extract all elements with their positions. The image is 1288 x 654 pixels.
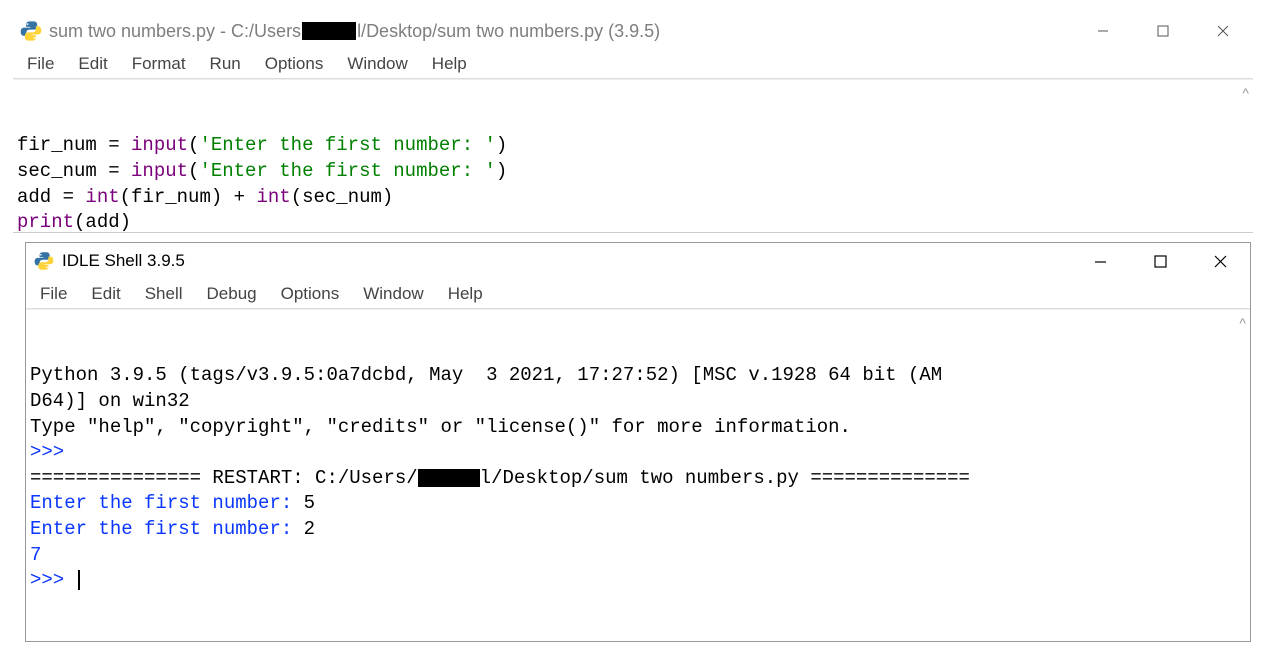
editor-window: sum two numbers.py - C:/Users l/Desktop/s… (13, 13, 1253, 233)
scroll-up-icon[interactable]: ^ (1242, 84, 1249, 103)
python-icon (32, 249, 56, 273)
menu-file[interactable]: File (28, 282, 79, 306)
result-line: 7 (30, 544, 41, 566)
banner-line: Type "help", "copyright", "credits" or "… (30, 416, 851, 438)
text-cursor (78, 570, 80, 590)
title-prefix: sum two numbers.py - C:/Users (49, 21, 301, 41)
close-button[interactable] (1190, 243, 1250, 279)
maximize-button[interactable] (1130, 243, 1190, 279)
menu-debug[interactable]: Debug (195, 282, 269, 306)
title-suffix: l/Desktop/sum two numbers.py (3.9.5) (357, 21, 660, 41)
menu-options[interactable]: Options (253, 52, 336, 76)
menu-shell[interactable]: Shell (133, 282, 195, 306)
menu-file[interactable]: File (15, 52, 66, 76)
menu-run[interactable]: Run (198, 52, 253, 76)
shell-window: IDLE Shell 3.9.5 File Edit Shell Debug O… (25, 242, 1251, 642)
editor-window-controls (1073, 13, 1253, 49)
shell-prompt: >>> (30, 441, 76, 463)
close-button[interactable] (1193, 13, 1253, 49)
io-line: Enter the first number: 5 (30, 492, 315, 514)
menu-window[interactable]: Window (351, 282, 435, 306)
menu-help[interactable]: Help (436, 282, 495, 306)
maximize-button[interactable] (1133, 13, 1193, 49)
scroll-up-icon[interactable]: ^ (1239, 314, 1246, 333)
restart-line: =============== RESTART: C:/Users/l/Desk… (30, 467, 970, 489)
menu-edit[interactable]: Edit (66, 52, 119, 76)
editor-menubar: File Edit Format Run Options Window Help (13, 49, 1253, 79)
menu-help[interactable]: Help (420, 52, 479, 76)
redacted-username (302, 22, 356, 40)
editor-code-area[interactable]: ^ fir_num = input('Enter the first numbe… (13, 79, 1253, 263)
menu-edit[interactable]: Edit (79, 282, 132, 306)
menu-window[interactable]: Window (335, 52, 419, 76)
minimize-button[interactable] (1070, 243, 1130, 279)
redacted-username (418, 469, 480, 487)
code-line-1: fir_num = input('Enter the first number:… (17, 134, 507, 156)
shell-title: IDLE Shell 3.9.5 (62, 251, 185, 271)
code-line-3: add = int(fir_num) + int(sec_num) (17, 186, 393, 208)
shell-titlebar[interactable]: IDLE Shell 3.9.5 (26, 243, 1250, 279)
shell-output-area[interactable]: ^ Python 3.9.5 (tags/v3.9.5:0a7dcbd, May… (26, 309, 1250, 622)
editor-title: sum two numbers.py - C:/Users l/Desktop/s… (49, 21, 660, 42)
banner-line: D64)] on win32 (30, 390, 190, 412)
menu-options[interactable]: Options (269, 282, 352, 306)
editor-titlebar[interactable]: sum two numbers.py - C:/Users l/Desktop/s… (13, 13, 1253, 49)
io-line: Enter the first number: 2 (30, 518, 315, 540)
shell-window-controls (1070, 243, 1250, 279)
code-line-2: sec_num = input('Enter the first number:… (17, 160, 507, 182)
shell-menubar: File Edit Shell Debug Options Window Hel… (26, 279, 1250, 309)
code-line-4: print(add) (17, 211, 131, 233)
python-icon (19, 19, 43, 43)
menu-format[interactable]: Format (120, 52, 198, 76)
banner-line: Python 3.9.5 (tags/v3.9.5:0a7dcbd, May 3… (30, 364, 942, 386)
minimize-button[interactable] (1073, 13, 1133, 49)
shell-prompt-active[interactable]: >>> (30, 569, 80, 591)
